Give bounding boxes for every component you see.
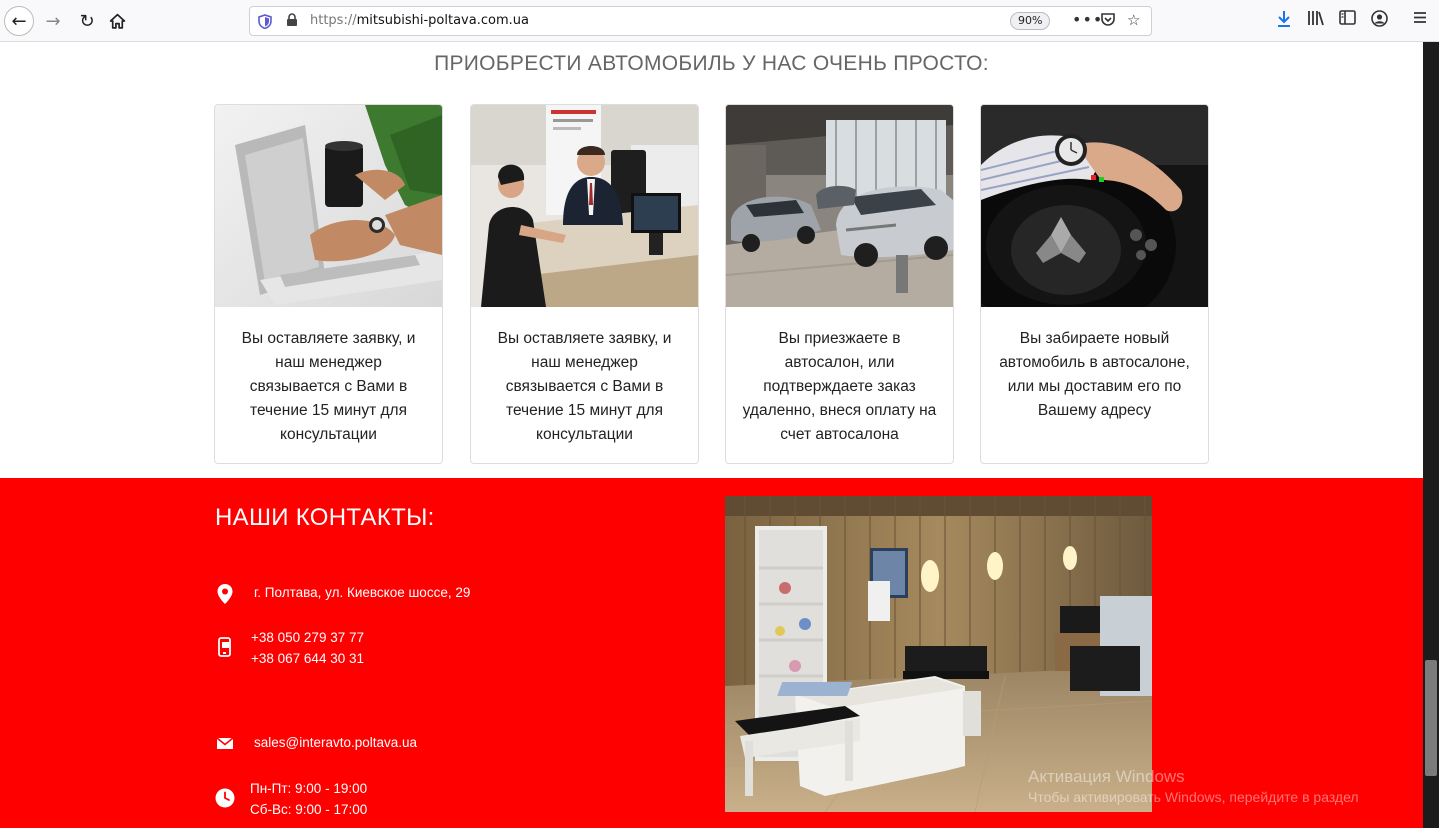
- menu-icon[interactable]: [1413, 10, 1427, 28]
- step-card-text: Вы приезжаете в автосалон, или подтвержд…: [742, 330, 937, 443]
- home-icon: [109, 13, 125, 29]
- tracking-protection-shield-icon[interactable]: [258, 14, 272, 30]
- more-actions-icon[interactable]: •••: [1072, 10, 1103, 29]
- phone-2[interactable]: +38 067 644 30 31: [251, 648, 364, 669]
- showroom-interior-photo: [725, 496, 1152, 812]
- hours-weekend: Сб-Вс: 9:00 - 17:00: [250, 802, 368, 817]
- browser-toolbar: ← → ↻ https://mitsubishi-poltava.com.ua …: [0, 0, 1439, 42]
- manager-consultation-photo: [471, 105, 698, 307]
- address-bar[interactable]: https://mitsubishi-poltava.com.ua 90% ••…: [249, 6, 1152, 36]
- scrollbar-thumb[interactable]: [1425, 660, 1437, 776]
- web-page: ПРИОБРЕСТИ АВТОМОБИЛЬ У НАС ОЧЕНЬ ПРОСТО…: [0, 42, 1423, 828]
- arrow-right-icon: →: [45, 10, 61, 32]
- phone-icon: [215, 637, 235, 657]
- library-icon[interactable]: [1307, 10, 1325, 30]
- step-card-text: Вы оставляете заявку, и наш менеджер свя…: [497, 330, 672, 443]
- steering-wheel-photo: [981, 105, 1208, 307]
- envelope-icon: [215, 733, 235, 753]
- phone-1[interactable]: +38 050 279 37 77: [251, 627, 364, 648]
- step-card: Вы приезжаете в автосалон, или подтвержд…: [725, 104, 954, 464]
- forward-button[interactable]: →: [38, 6, 68, 36]
- contacts-section: НАШИ КОНТАКТЫ: г. Полтава, ул. Киевское …: [0, 478, 1423, 828]
- map-pin-icon: [215, 584, 235, 604]
- sidebar-icon[interactable]: [1339, 10, 1356, 29]
- step-card: Вы оставляете заявку, и наш менеджер свя…: [470, 104, 699, 464]
- account-icon[interactable]: [1371, 10, 1388, 31]
- reload-button[interactable]: ↻: [72, 6, 102, 36]
- zoom-indicator[interactable]: 90%: [1010, 12, 1051, 30]
- page-scrollbar[interactable]: [1423, 42, 1439, 828]
- email-link[interactable]: sales@interavto.poltava.ua: [254, 732, 417, 753]
- arrow-left-icon: ←: [11, 10, 27, 32]
- laptop-coffee-photo: [215, 105, 442, 307]
- hours-weekdays: Пн-Пт: 9:00 - 19:00: [250, 781, 368, 796]
- reload-icon: ↻: [79, 10, 95, 32]
- url-host: mitsubishi-poltava.com.ua: [356, 13, 529, 28]
- downloads-icon[interactable]: [1276, 10, 1292, 32]
- lock-icon[interactable]: [286, 13, 298, 31]
- step-card: Вы забираете новый автомобиль в автосало…: [980, 104, 1209, 464]
- pocket-icon[interactable]: [1100, 11, 1116, 31]
- step-card-text: Вы оставляете заявку, и наш менеджер свя…: [241, 330, 416, 443]
- url-text[interactable]: https://mitsubishi-poltava.com.ua: [310, 13, 529, 28]
- back-button[interactable]: ←: [4, 6, 34, 36]
- address-text: г. Полтава, ул. Киевское шоссе, 29: [254, 585, 471, 600]
- step-card: Вы оставляете заявку, и наш менеджер свя…: [214, 104, 443, 464]
- clock-icon: [215, 788, 235, 808]
- url-scheme: https://: [310, 13, 357, 28]
- bookmark-star-icon[interactable]: ☆: [1127, 11, 1140, 29]
- contacts-title: НАШИ КОНТАКТЫ:: [215, 504, 435, 531]
- step-card-text: Вы забираете новый автомобиль в автосало…: [999, 330, 1190, 419]
- home-button[interactable]: [102, 6, 132, 36]
- showroom-cars-photo: [726, 105, 953, 307]
- section-heading: ПРИОБРЕСТИ АВТОМОБИЛЬ У НАС ОЧЕНЬ ПРОСТО…: [434, 52, 989, 75]
